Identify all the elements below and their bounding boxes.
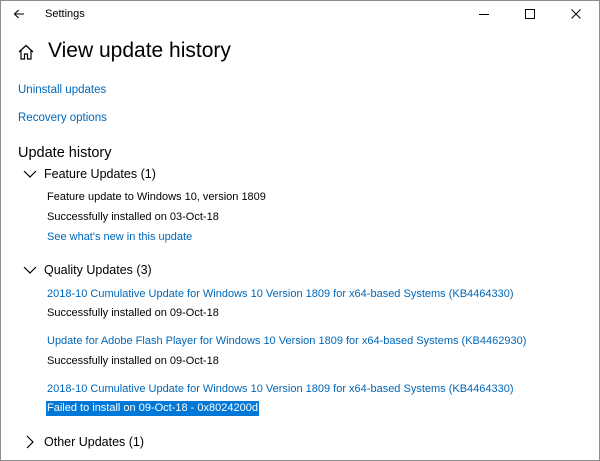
other-updates-group-header[interactable]: Other Updates (1) [23, 433, 144, 451]
settings-window: Settings View update history Uninstall u… [0, 0, 600, 461]
update-status: Successfully installed on 09-Oct-18 [47, 307, 219, 319]
group-label: Quality Updates (3) [44, 263, 152, 277]
back-arrow-icon [13, 9, 24, 19]
update-link[interactable]: 2018-10 Cumulative Update for Windows 10… [47, 288, 514, 300]
update-name: Feature update to Windows 10, version 18… [47, 191, 266, 203]
update-status: Successfully installed on 03-Oct-18 [47, 211, 219, 223]
title-bar: Settings [1, 1, 599, 29]
chevron-down-icon [23, 266, 37, 274]
group-label: Other Updates (1) [44, 435, 145, 449]
update-history-heading: Update history [18, 145, 112, 161]
chevron-right-icon [26, 435, 34, 449]
page-title: View update history [48, 39, 231, 62]
selected-text[interactable]: Failed to install on 09-Oct-18 - 0x80242… [46, 401, 259, 416]
recovery-options-link[interactable]: Recovery options [18, 112, 107, 124]
whats-new-link[interactable]: See what's new in this update [47, 231, 192, 243]
minimize-icon [479, 14, 489, 15]
quality-updates-group-header[interactable]: Quality Updates (3) [23, 261, 152, 279]
window-title: Settings [45, 8, 85, 20]
back-button[interactable] [1, 1, 37, 27]
home-icon[interactable] [17, 43, 35, 61]
update-link[interactable]: Update for Adobe Flash Player for Window… [47, 335, 526, 347]
close-icon [571, 9, 581, 19]
update-status-failed: Failed to install on 09-Oct-18 - 0x80242… [46, 401, 259, 416]
update-link[interactable]: 2018-10 Cumulative Update for Windows 10… [47, 383, 514, 395]
maximize-button[interactable] [507, 1, 553, 27]
uninstall-updates-link[interactable]: Uninstall updates [18, 84, 106, 96]
close-button[interactable] [553, 1, 599, 27]
minimize-button[interactable] [461, 1, 507, 27]
group-label: Feature Updates (1) [44, 167, 156, 181]
maximize-icon [525, 9, 535, 19]
chevron-down-icon [23, 170, 37, 178]
feature-updates-group-header[interactable]: Feature Updates (1) [23, 165, 156, 183]
update-status: Successfully installed on 09-Oct-18 [47, 355, 219, 367]
